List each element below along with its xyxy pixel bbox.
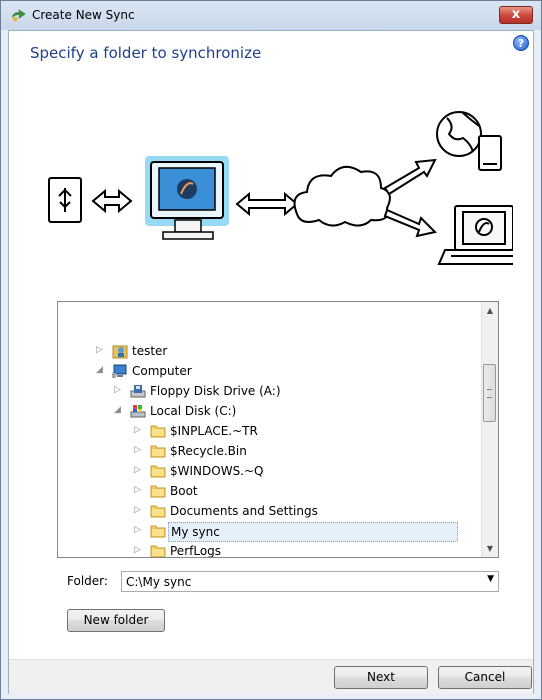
chevron-down-icon[interactable]: ▼ (487, 574, 494, 584)
help-icon[interactable]: ? (513, 35, 529, 51)
scroll-down-arrow-icon[interactable]: ▼ (482, 540, 498, 557)
scroll-up-arrow-icon[interactable]: ▲ (482, 302, 498, 319)
scrollbar-thumb[interactable] (483, 364, 496, 422)
tree-item-label: $Recycle.Bin (170, 444, 247, 458)
local-disk-icon (130, 405, 146, 418)
expand-icon[interactable]: ▷ (114, 385, 124, 395)
next-button[interactable]: Next (334, 666, 428, 689)
folder-icon (150, 505, 166, 518)
tree-scrollbar[interactable]: ▲ ▼ (481, 302, 498, 557)
folder-label: Folder: (67, 574, 108, 588)
usb-drive-icon (48, 177, 82, 223)
tree-item-label: Documents and Settings (170, 504, 318, 518)
globe-with-phone-icon (436, 111, 502, 171)
expand-icon[interactable]: ▷ (134, 465, 144, 475)
expand-icon[interactable]: ▷ (96, 345, 106, 355)
sync-app-icon (11, 9, 26, 22)
computer-icon (112, 364, 127, 378)
expand-icon[interactable]: ▷ (134, 425, 144, 435)
tree-item-label: $WINDOWS.~Q (170, 464, 264, 478)
collapse-icon[interactable]: ◢ (114, 405, 124, 415)
floppy-drive-icon (130, 385, 146, 398)
tree-item-label: tester (132, 344, 168, 358)
tree-item-label: Local Disk (C:) (150, 404, 237, 418)
page-heading: Specify a folder to synchronize (30, 44, 262, 62)
folder-icon (150, 445, 166, 458)
folder-icon (150, 525, 166, 538)
window-title: Create New Sync (32, 8, 135, 22)
collapse-icon[interactable]: ◢ (96, 365, 106, 375)
folder-icon (150, 465, 166, 478)
cloud-icon (293, 165, 391, 227)
cancel-button[interactable]: Cancel (438, 666, 532, 689)
expand-icon[interactable]: ▷ (134, 505, 144, 515)
arrow-down-right-icon (383, 208, 437, 238)
double-arrow-icon-2 (235, 191, 299, 217)
tree-item-label: My sync (168, 522, 458, 542)
expand-icon[interactable]: ▷ (134, 485, 144, 495)
tree-item-label: Floppy Disk Drive (A:) (150, 384, 281, 398)
close-button[interactable]: x (499, 6, 533, 24)
sync-illustration (48, 111, 513, 265)
folder-path-value[interactable]: C:\My sync (126, 575, 191, 589)
arrow-up-right-icon (383, 158, 437, 196)
expand-icon[interactable]: ▷ (134, 445, 144, 455)
title-bar[interactable]: Create New Sync x (1, 1, 541, 30)
laptop-icon (437, 205, 513, 265)
computer-icon (145, 156, 229, 240)
new-folder-button[interactable]: New folder (67, 609, 165, 632)
expand-icon[interactable]: ▷ (134, 525, 144, 535)
expand-icon[interactable]: ▷ (134, 545, 144, 555)
folder-path-combobox[interactable]: C:\My sync ▼ (121, 571, 499, 592)
folder-tree[interactable]: ▷ tester ◢ Computer ▷ Floppy Disk Drive … (57, 301, 499, 558)
tree-item-label: $INPLACE.~TR (170, 424, 258, 438)
folder-icon (150, 545, 166, 557)
double-arrow-icon (91, 188, 133, 214)
close-icon: x (511, 7, 521, 22)
folder-icon (150, 485, 166, 498)
tree-item-label: PerfLogs (170, 544, 222, 558)
folder-icon (150, 425, 166, 438)
tree-item-label: Boot (170, 484, 198, 498)
tree-item-label: Computer (132, 364, 192, 378)
dialog-window: Create New Sync x Specify a folder to sy… (0, 0, 542, 700)
user-folder-icon (112, 345, 128, 359)
